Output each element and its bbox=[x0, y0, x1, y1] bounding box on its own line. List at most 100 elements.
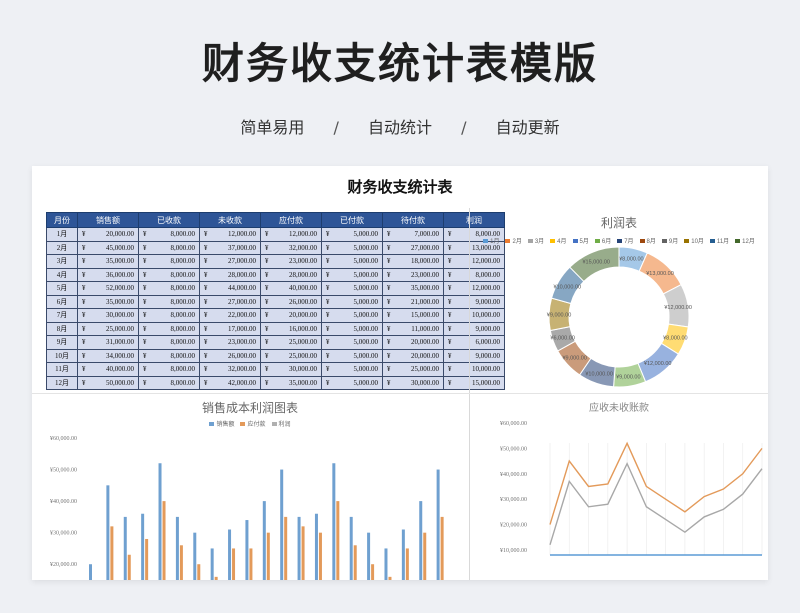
amount-cell[interactable]: ¥5,000.00 bbox=[321, 308, 383, 323]
amount-cell[interactable]: ¥5,000.00 bbox=[321, 335, 383, 350]
amount-cell[interactable]: ¥22,000.00 bbox=[199, 308, 261, 323]
table-row: 9月 ¥31,000.00 ¥8,000.00 ¥23,000.00 ¥25,000.0… bbox=[46, 335, 505, 350]
amount-cell[interactable]: ¥25,000.00 bbox=[260, 348, 322, 363]
month-cell[interactable]: 6月 bbox=[46, 294, 78, 309]
amount-cell[interactable]: ¥27,000.00 bbox=[199, 294, 261, 309]
amount-cell[interactable]: ¥26,000.00 bbox=[199, 348, 261, 363]
amount-cell[interactable]: ¥5,000.00 bbox=[321, 240, 383, 255]
month-cell[interactable]: 9月 bbox=[46, 335, 78, 350]
amount-cell[interactable]: ¥35,000.00 bbox=[382, 281, 444, 296]
amount-cell[interactable]: ¥5,000.00 bbox=[321, 254, 383, 269]
amount-cell[interactable]: ¥16,000.00 bbox=[260, 321, 322, 336]
amount-cell[interactable]: ¥5,000.00 bbox=[321, 294, 383, 309]
chart-title: 利润表 bbox=[600, 216, 637, 230]
amount-cell[interactable]: ¥8,000.00 bbox=[138, 335, 200, 350]
amount-cell[interactable]: ¥23,000.00 bbox=[199, 335, 261, 350]
amount-cell[interactable]: ¥5,000.00 bbox=[321, 267, 383, 282]
month-cell[interactable]: 2月 bbox=[46, 240, 78, 255]
amount-cell[interactable]: ¥35,000.00 bbox=[77, 294, 139, 309]
amount-cell[interactable]: ¥27,000.00 bbox=[382, 240, 444, 255]
amount-cell[interactable]: ¥35,000.00 bbox=[77, 254, 139, 269]
amount-cell[interactable]: ¥25,000.00 bbox=[260, 335, 322, 350]
amount-cell[interactable]: ¥23,000.00 bbox=[382, 267, 444, 282]
amount-cell[interactable]: ¥21,000.00 bbox=[382, 294, 444, 309]
amount-cell[interactable]: ¥27,000.00 bbox=[199, 254, 261, 269]
amount-cell[interactable]: ¥17,000.00 bbox=[199, 321, 261, 336]
amount-cell[interactable]: ¥20,000.00 bbox=[382, 335, 444, 350]
amount-cell[interactable]: ¥40,000.00 bbox=[260, 281, 322, 296]
month-cell[interactable]: 11月 bbox=[46, 362, 78, 377]
amount-cell[interactable]: ¥30,000.00 bbox=[77, 308, 139, 323]
amount-cell[interactable]: ¥5,000.00 bbox=[321, 362, 383, 377]
amount-cell[interactable]: ¥32,000.00 bbox=[260, 240, 322, 255]
month-cell[interactable]: 5月 bbox=[46, 281, 78, 296]
amount-cell[interactable]: ¥35,000.00 bbox=[260, 375, 322, 390]
amount-cell[interactable]: ¥30,000.00 bbox=[382, 375, 444, 390]
amount-cell[interactable]: ¥52,000.00 bbox=[77, 281, 139, 296]
amount-cell[interactable]: ¥36,000.00 bbox=[77, 267, 139, 282]
amount-cell[interactable]: ¥18,000.00 bbox=[382, 254, 444, 269]
tag-auto-update: 自动更新 bbox=[495, 118, 560, 137]
month-cell[interactable]: 10月 bbox=[46, 348, 78, 363]
amount-cell[interactable]: ¥12,000.00 bbox=[260, 227, 322, 242]
amount-cell[interactable]: ¥30,000.00 bbox=[260, 362, 322, 377]
amount-cell[interactable]: ¥8,000.00 bbox=[138, 362, 200, 377]
amount-cell[interactable]: ¥8,000.00 bbox=[138, 227, 200, 242]
amount-cell[interactable]: ¥42,000.00 bbox=[199, 375, 261, 390]
amount-cell[interactable]: ¥20,000.00 bbox=[77, 227, 139, 242]
amount-cell[interactable]: ¥8,000.00 bbox=[138, 240, 200, 255]
month-cell[interactable]: 4月 bbox=[46, 267, 78, 282]
amount-cell[interactable]: ¥8,000.00 bbox=[138, 281, 200, 296]
amount-cell[interactable]: ¥23,000.00 bbox=[260, 254, 322, 269]
amount-cell[interactable]: ¥34,000.00 bbox=[77, 348, 139, 363]
amount-cell[interactable]: ¥28,000.00 bbox=[199, 267, 261, 282]
bar bbox=[266, 532, 270, 580]
amount-cell[interactable]: ¥45,000.00 bbox=[77, 240, 139, 255]
amount-cell[interactable]: ¥8,000.00 bbox=[138, 308, 200, 323]
table-row: 3月 ¥35,000.00 ¥8,000.00 ¥27,000.00 ¥23,000.0… bbox=[46, 254, 505, 269]
amount-cell[interactable]: ¥11,000.00 bbox=[382, 321, 444, 336]
amount-cell[interactable]: ¥37,000.00 bbox=[199, 240, 261, 255]
month-cell[interactable]: 3月 bbox=[46, 254, 78, 269]
amount-cell[interactable]: ¥5,000.00 bbox=[321, 348, 383, 363]
bar bbox=[162, 501, 166, 580]
amount-cell[interactable]: ¥8,000.00 bbox=[138, 375, 200, 390]
amount-cell[interactable]: ¥8,000.00 bbox=[138, 267, 200, 282]
tag-separator: / bbox=[461, 118, 467, 137]
amount-cell[interactable]: ¥40,000.00 bbox=[77, 362, 139, 377]
amount-cell[interactable]: ¥12,000.00 bbox=[199, 227, 261, 242]
amount-cell[interactable]: ¥32,000.00 bbox=[199, 362, 261, 377]
amount-cell[interactable]: ¥50,000.00 bbox=[77, 375, 139, 390]
amount-cell[interactable]: ¥8,000.00 bbox=[138, 348, 200, 363]
amount-cell[interactable]: ¥15,000.00 bbox=[382, 308, 444, 323]
amount-cell[interactable]: ¥31,000.00 bbox=[77, 335, 139, 350]
amount-cell[interactable]: ¥20,000.00 bbox=[382, 348, 444, 363]
amount-cell[interactable]: ¥5,000.00 bbox=[321, 227, 383, 242]
tag-separator: / bbox=[333, 118, 339, 137]
month-cell[interactable]: 8月 bbox=[46, 321, 78, 336]
amount-cell[interactable]: ¥8,000.00 bbox=[138, 321, 200, 336]
amount-cell[interactable]: ¥8,000.00 bbox=[138, 294, 200, 309]
bar bbox=[336, 501, 340, 580]
bar bbox=[245, 520, 249, 580]
bar bbox=[349, 516, 353, 580]
legend-item: 应付款 bbox=[240, 419, 266, 428]
amount-cell[interactable]: ¥25,000.00 bbox=[382, 362, 444, 377]
amount-cell[interactable]: ¥5,000.00 bbox=[321, 281, 383, 296]
month-cell[interactable]: 7月 bbox=[46, 308, 78, 323]
y-tick-label: ¥50,000.00 bbox=[50, 468, 77, 474]
bar bbox=[106, 485, 110, 580]
amount-cell[interactable]: ¥26,000.00 bbox=[260, 294, 322, 309]
legend-swatch bbox=[271, 422, 277, 427]
month-cell[interactable]: 12月 bbox=[46, 375, 78, 390]
amount-cell[interactable]: ¥28,000.00 bbox=[260, 267, 322, 282]
amount-cell[interactable]: ¥25,000.00 bbox=[77, 321, 139, 336]
amount-cell[interactable]: ¥5,000.00 bbox=[321, 375, 383, 390]
amount-cell[interactable]: ¥8,000.00 bbox=[138, 254, 200, 269]
amount-cell[interactable]: ¥7,000.00 bbox=[382, 227, 444, 242]
amount-cell[interactable]: ¥44,000.00 bbox=[199, 281, 261, 296]
amount-cell[interactable]: ¥5,000.00 bbox=[321, 321, 383, 336]
bar bbox=[332, 463, 336, 580]
amount-cell[interactable]: ¥20,000.00 bbox=[260, 308, 322, 323]
month-cell[interactable]: 1月 bbox=[46, 227, 78, 242]
